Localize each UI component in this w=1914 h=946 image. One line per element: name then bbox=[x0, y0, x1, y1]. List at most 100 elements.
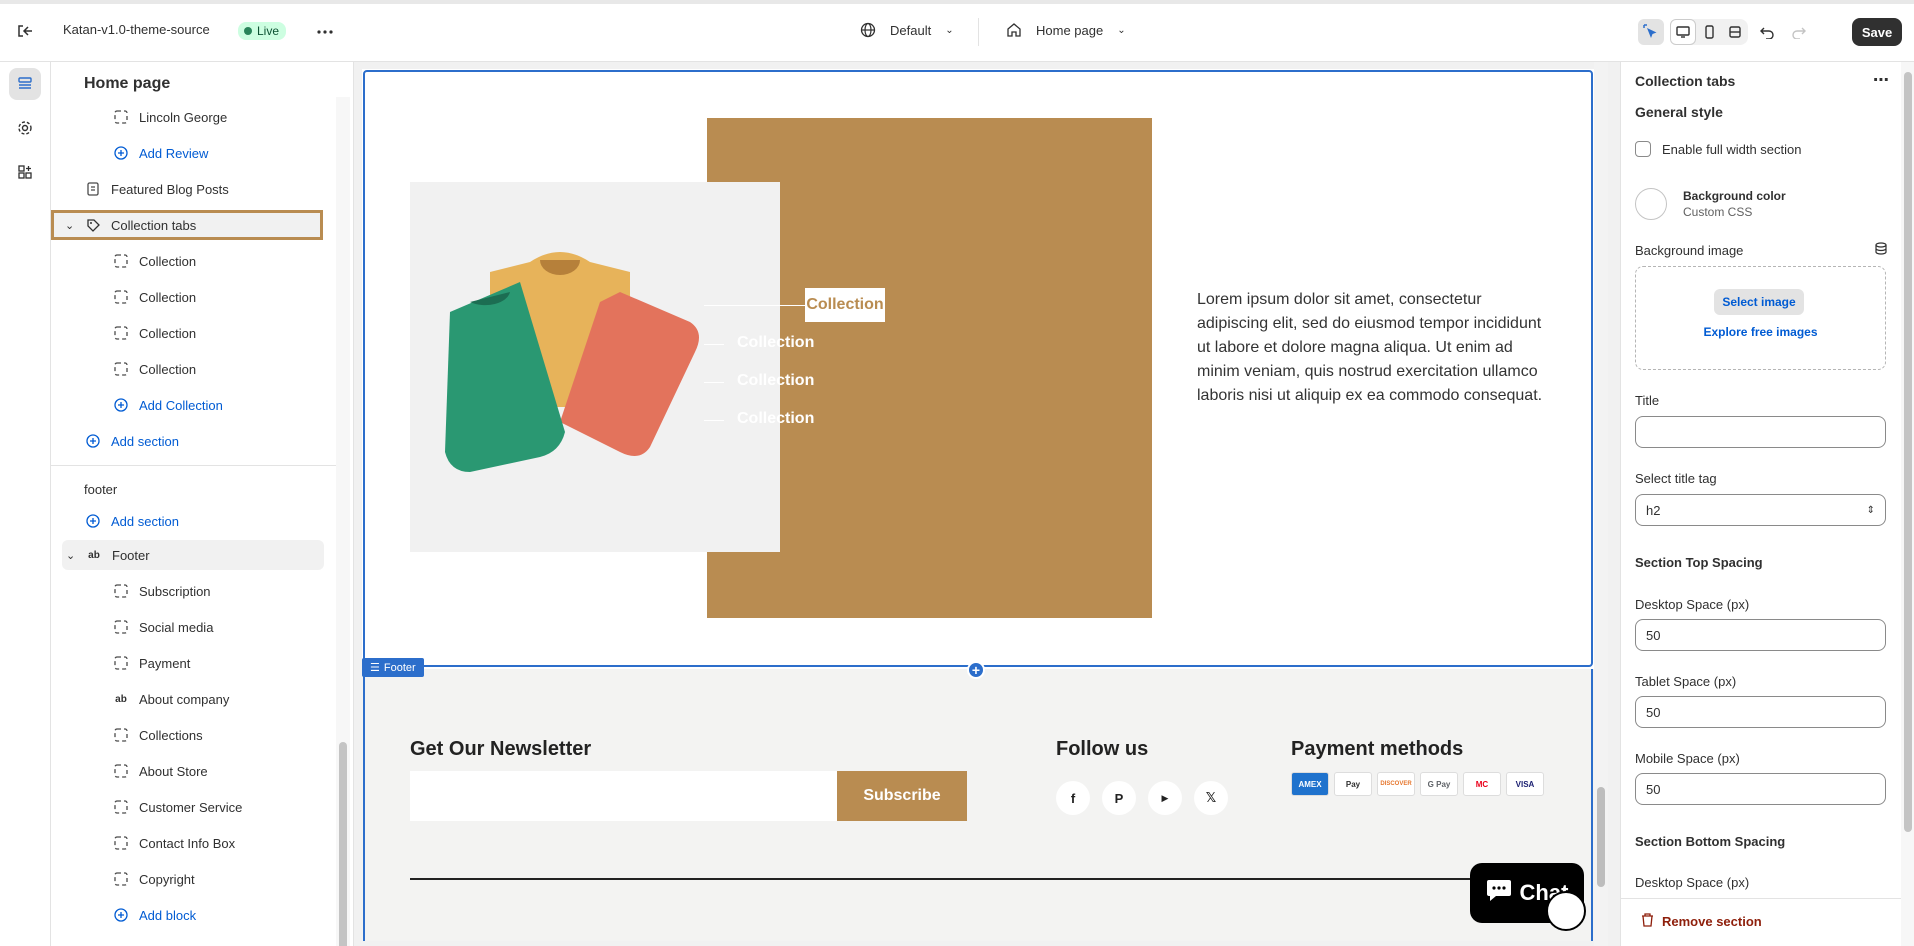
tree-block-item[interactable]: Collections bbox=[51, 720, 336, 750]
block-icon bbox=[113, 289, 129, 305]
newsletter-title: Get Our Newsletter bbox=[410, 738, 592, 760]
tree-label: Add section bbox=[111, 433, 179, 449]
add-review-button[interactable]: Add Review bbox=[51, 138, 336, 168]
undo-icon[interactable] bbox=[1754, 19, 1780, 45]
chevron-down-icon: ⌄ bbox=[66, 549, 76, 562]
tree-section-featured-blog[interactable]: Featured Blog Posts bbox=[51, 174, 336, 204]
bg-image-label: Background image bbox=[1635, 243, 1744, 258]
pinterest-icon[interactable]: P bbox=[1102, 781, 1136, 815]
mobile-space-input[interactable]: 50 bbox=[1635, 773, 1886, 805]
tree-section-footer[interactable]: ⌄ ab Footer bbox=[62, 540, 324, 570]
facebook-icon[interactable]: f bbox=[1056, 781, 1090, 815]
preview-scrollbar[interactable] bbox=[1594, 62, 1608, 946]
tree-block-item[interactable]: About Store bbox=[51, 756, 336, 786]
database-icon[interactable] bbox=[1875, 242, 1887, 260]
subscribe-button[interactable]: Subscribe bbox=[837, 771, 967, 821]
title-tag-select[interactable]: h2 ⇕ bbox=[1635, 494, 1886, 526]
tree-block-item[interactable]: Collection bbox=[51, 318, 336, 348]
tree-block-item[interactable]: Copyright bbox=[51, 864, 336, 894]
add-section-button[interactable]: Add section bbox=[51, 506, 336, 536]
x-twitter-icon[interactable]: 𝕏 bbox=[1194, 781, 1228, 815]
full-width-label: Enable full width section bbox=[1662, 142, 1802, 157]
remove-label: Remove section bbox=[1662, 914, 1762, 929]
save-button[interactable]: Save bbox=[1852, 18, 1902, 46]
top-bar: Katan-v1.0-theme-source Live Default ⌄ H… bbox=[0, 0, 1914, 62]
discover-icon: DISCOVER bbox=[1377, 772, 1415, 796]
scroll-thumb[interactable] bbox=[1904, 72, 1912, 832]
scroll-thumb[interactable] bbox=[1597, 787, 1605, 887]
desktop-view-icon[interactable] bbox=[1670, 19, 1696, 45]
left-rail bbox=[0, 62, 51, 946]
add-block-button[interactable]: Add block bbox=[51, 900, 336, 930]
tree-block-item[interactable]: Collection bbox=[51, 354, 336, 384]
plus-circle-icon bbox=[113, 145, 129, 161]
background-color-swatch[interactable] bbox=[1635, 188, 1667, 220]
background-image-dropzone[interactable]: Select image Explore free images bbox=[1635, 266, 1886, 370]
tree-block-item[interactable]: Customer Service bbox=[51, 792, 336, 822]
tree-label: Add block bbox=[139, 907, 197, 923]
chevron-down-icon: ⌄ bbox=[65, 219, 75, 232]
payment-title: Payment methods bbox=[1291, 738, 1464, 760]
tree-block-item[interactable]: Contact Info Box bbox=[51, 828, 336, 858]
plus-circle-icon bbox=[113, 907, 129, 923]
more-menu-icon[interactable] bbox=[312, 19, 338, 45]
explore-images-link[interactable]: Explore free images bbox=[1636, 325, 1885, 339]
tree-block-item[interactable]: Collection bbox=[51, 246, 336, 276]
block-icon bbox=[113, 655, 129, 671]
visa-icon: VISA bbox=[1506, 772, 1544, 796]
inspector-icon[interactable] bbox=[1638, 19, 1664, 45]
footer-group-title: footer bbox=[51, 474, 336, 504]
footer-section-tag[interactable]: ☰ Footer bbox=[362, 658, 424, 677]
tablet-space-label: Tablet Space (px) bbox=[1635, 674, 1737, 689]
scroll-top-icon[interactable] bbox=[1546, 891, 1586, 931]
title-tag-label: Select title tag bbox=[1635, 471, 1717, 486]
locale-selector[interactable]: Default ⌄ bbox=[860, 22, 954, 38]
settings-scrollbar[interactable] bbox=[1901, 62, 1914, 946]
tree-block-item[interactable]: Subscription bbox=[51, 576, 336, 606]
tree-block-item[interactable]: Payment bbox=[51, 648, 336, 678]
title-input[interactable] bbox=[1635, 416, 1886, 448]
tree-block-item[interactable]: ab About company bbox=[51, 684, 336, 714]
add-collection-button[interactable]: Add Collection bbox=[51, 390, 336, 420]
page-selector[interactable]: Home page ⌄ bbox=[1006, 22, 1126, 38]
tree-label: Add Collection bbox=[139, 397, 223, 413]
block-icon bbox=[113, 727, 129, 743]
select-image-button[interactable]: Select image bbox=[1714, 289, 1804, 315]
mobile-view-icon[interactable] bbox=[1696, 19, 1722, 45]
tree-block-item[interactable]: Collection bbox=[51, 282, 336, 312]
select-value: h2 bbox=[1646, 502, 1661, 518]
more-options-icon[interactable]: ⋯ bbox=[1873, 70, 1889, 90]
block-icon bbox=[113, 253, 129, 269]
youtube-icon[interactable]: ▶ bbox=[1148, 781, 1182, 815]
settings-gear-icon[interactable] bbox=[9, 112, 41, 144]
block-icon bbox=[113, 109, 129, 125]
tree-label: Collection bbox=[139, 289, 197, 305]
desktop-space-input[interactable]: 50 bbox=[1635, 619, 1886, 651]
tree-label: Customer Service bbox=[139, 799, 243, 815]
tree-label: Collection tabs bbox=[111, 217, 197, 233]
scroll-thumb[interactable] bbox=[339, 742, 347, 946]
theme-name: Katan-v1.0-theme-source bbox=[63, 22, 210, 37]
exit-icon[interactable] bbox=[16, 22, 34, 40]
sections-icon[interactable] bbox=[9, 68, 41, 100]
left-scrollbar[interactable] bbox=[336, 97, 350, 946]
plus-circle-icon bbox=[85, 513, 101, 529]
tree-block-item[interactable]: Social media bbox=[51, 612, 336, 642]
redo-icon[interactable] bbox=[1786, 19, 1812, 45]
live-badge: Live bbox=[238, 22, 287, 40]
add-section-plus-icon[interactable]: + bbox=[967, 661, 985, 679]
top-spacing-heading: Section Top Spacing bbox=[1635, 555, 1763, 570]
tree-block-item[interactable]: Lincoln George bbox=[51, 102, 336, 132]
newsletter-email-input[interactable] bbox=[410, 771, 837, 821]
fullscreen-view-icon[interactable] bbox=[1722, 19, 1748, 45]
desktop-space-label: Desktop Space (px) bbox=[1635, 597, 1750, 612]
select-chevron-icon: ⇕ bbox=[1866, 504, 1875, 516]
tree-label: Featured Blog Posts bbox=[111, 181, 229, 197]
add-section-button[interactable]: Add section bbox=[51, 426, 336, 456]
apps-icon[interactable] bbox=[9, 156, 41, 188]
tree-section-collection-tabs[interactable]: ⌄ Collection tabs bbox=[51, 210, 323, 240]
remove-section-button[interactable]: Remove section bbox=[1641, 913, 1762, 930]
tablet-space-input[interactable]: 50 bbox=[1635, 696, 1886, 728]
full-width-checkbox[interactable] bbox=[1635, 141, 1651, 157]
title-label: Title bbox=[1635, 393, 1660, 408]
